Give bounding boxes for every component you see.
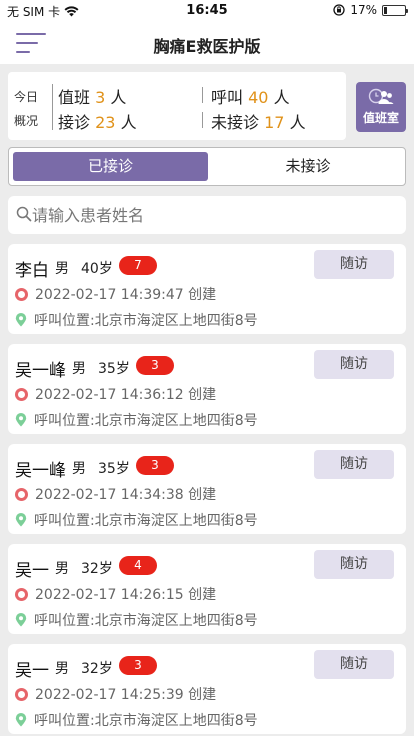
battery-percent: 17% — [350, 3, 377, 17]
call-location-row: 呼叫位置:北京市海淀区上地四街8号 — [15, 310, 258, 330]
duty-room-button[interactable]: 值班室 — [356, 82, 406, 132]
created-time: 2022-02-17 14:25:39 创建 — [35, 687, 217, 703]
call-location-row: 呼叫位置:北京市海淀区上地四街8号 — [15, 610, 258, 630]
patient-list: 李白 男 40岁 7 随访 2022-02-17 14:39:47 创建 呼叫位… — [8, 244, 406, 736]
patient-name: 吴一 — [15, 561, 49, 581]
count-badge: 4 — [119, 556, 157, 575]
clock-icon — [15, 587, 28, 601]
tab-received[interactable]: 已接诊 — [13, 152, 208, 181]
patient-name: 吴一峰 — [15, 461, 66, 481]
patient-gender: 男 — [55, 661, 69, 677]
clock-icon — [15, 687, 28, 701]
location-pin-icon — [15, 313, 27, 327]
duty-room-label: 值班室 — [362, 111, 399, 125]
patient-name: 李白 — [15, 261, 49, 281]
patient-age: 40岁 — [81, 261, 113, 277]
nav-bar: 胸痛E救医护版 — [0, 22, 414, 64]
stat-separator — [202, 112, 203, 128]
patient-card[interactable]: 吴一 男 32岁 3 随访 2022-02-17 14:25:39 创建 呼叫位… — [8, 644, 406, 734]
follow-up-button[interactable]: 随访 — [314, 650, 394, 679]
search-icon — [16, 206, 32, 222]
patient-name: 吴一 — [15, 661, 49, 681]
call-location-row: 呼叫位置:北京市海淀区上地四街8号 — [15, 710, 258, 730]
clock-icon — [15, 387, 28, 401]
call-location: 呼叫位置:北京市海淀区上地四街8号 — [34, 513, 258, 529]
search-bar — [8, 196, 406, 234]
patient-age: 32岁 — [81, 561, 113, 577]
stat-not-received-value: 17 — [264, 113, 285, 132]
created-time-row: 2022-02-17 14:34:38 创建 — [15, 484, 216, 504]
location-pin-icon — [15, 513, 27, 527]
page-title: 胸痛E救医护版 — [153, 37, 261, 56]
count-badge: 3 — [136, 356, 174, 375]
patient-age: 32岁 — [81, 661, 113, 677]
tab-not-received[interactable]: 未接诊 — [212, 152, 404, 181]
duty-room-icon — [368, 88, 394, 104]
battery-fill — [384, 6, 387, 14]
stat-received: 接诊 23 人 — [58, 113, 137, 132]
summary-divider — [52, 84, 53, 130]
call-location: 呼叫位置:北京市海淀区上地四街8号 — [34, 613, 258, 629]
follow-up-button[interactable]: 随访 — [314, 450, 394, 479]
created-time-row: 2022-02-17 14:25:39 创建 — [15, 684, 216, 704]
patient-card[interactable]: 吴一 男 32岁 4 随访 2022-02-17 14:26:15 创建 呼叫位… — [8, 544, 406, 634]
stat-calls-value: 40 — [248, 88, 269, 107]
reception-tabs: 已接诊 未接诊 — [8, 147, 406, 186]
stat-on-duty-value: 3 — [95, 88, 106, 107]
stat-not-received: 未接诊 17 人 — [211, 113, 306, 132]
patient-gender: 男 — [55, 261, 69, 277]
today-summary: 今日 概况 值班 3 人 接诊 23 人 呼叫 40 人 未接诊 17 人 — [8, 72, 346, 140]
stat-received-value: 23 — [95, 113, 116, 132]
call-location-row: 呼叫位置:北京市海淀区上地四街8号 — [15, 410, 258, 430]
summary-label-overview: 概况 — [14, 114, 39, 128]
count-badge: 3 — [119, 656, 157, 675]
patient-name: 吴一峰 — [15, 361, 66, 381]
patient-card[interactable]: 李白 男 40岁 7 随访 2022-02-17 14:39:47 创建 呼叫位… — [8, 244, 406, 334]
location-pin-icon — [15, 413, 27, 427]
follow-up-button[interactable]: 随访 — [314, 350, 394, 379]
patient-card[interactable]: 吴一峰 男 35岁 3 随访 2022-02-17 14:36:12 创建 呼叫… — [8, 344, 406, 434]
created-time-row: 2022-02-17 14:36:12 创建 — [15, 384, 216, 404]
patient-gender: 男 — [72, 361, 86, 377]
call-location: 呼叫位置:北京市海淀区上地四街8号 — [34, 313, 258, 329]
created-time-row: 2022-02-17 14:26:15 创建 — [15, 584, 216, 604]
created-time: 2022-02-17 14:34:38 创建 — [35, 487, 217, 503]
call-location: 呼叫位置:北京市海淀区上地四街8号 — [34, 713, 258, 729]
clock-icon — [15, 487, 28, 501]
call-location-row: 呼叫位置:北京市海淀区上地四街8号 — [15, 510, 258, 530]
patient-search-input[interactable] — [32, 202, 392, 228]
count-badge: 7 — [119, 256, 157, 275]
summary-label-today: 今日 — [14, 90, 39, 104]
patient-age: 35岁 — [98, 361, 130, 377]
stat-calls: 呼叫 40 人 — [211, 88, 290, 107]
orientation-lock-icon — [333, 4, 345, 16]
location-pin-icon — [15, 613, 27, 627]
follow-up-button[interactable]: 随访 — [314, 250, 394, 279]
created-time: 2022-02-17 14:39:47 创建 — [35, 287, 217, 303]
battery-icon — [382, 4, 408, 16]
stat-separator — [202, 87, 203, 103]
created-time: 2022-02-17 14:26:15 创建 — [35, 587, 217, 603]
created-time: 2022-02-17 14:36:12 创建 — [35, 387, 217, 403]
status-bar: 无 SIM 卡 16:45 17% — [0, 0, 414, 22]
patient-gender: 男 — [55, 561, 69, 577]
stat-on-duty: 值班 3 人 — [58, 88, 127, 107]
call-location: 呼叫位置:北京市海淀区上地四街8号 — [34, 413, 258, 429]
patient-gender: 男 — [72, 461, 86, 477]
created-time-row: 2022-02-17 14:39:47 创建 — [15, 284, 216, 304]
patient-age: 35岁 — [98, 461, 130, 477]
status-right: 17% — [333, 3, 408, 17]
follow-up-button[interactable]: 随访 — [314, 550, 394, 579]
location-pin-icon — [15, 713, 27, 727]
count-badge: 3 — [136, 456, 174, 475]
patient-card[interactable]: 吴一峰 男 35岁 3 随访 2022-02-17 14:34:38 创建 呼叫… — [8, 444, 406, 534]
clock-icon — [15, 287, 28, 301]
